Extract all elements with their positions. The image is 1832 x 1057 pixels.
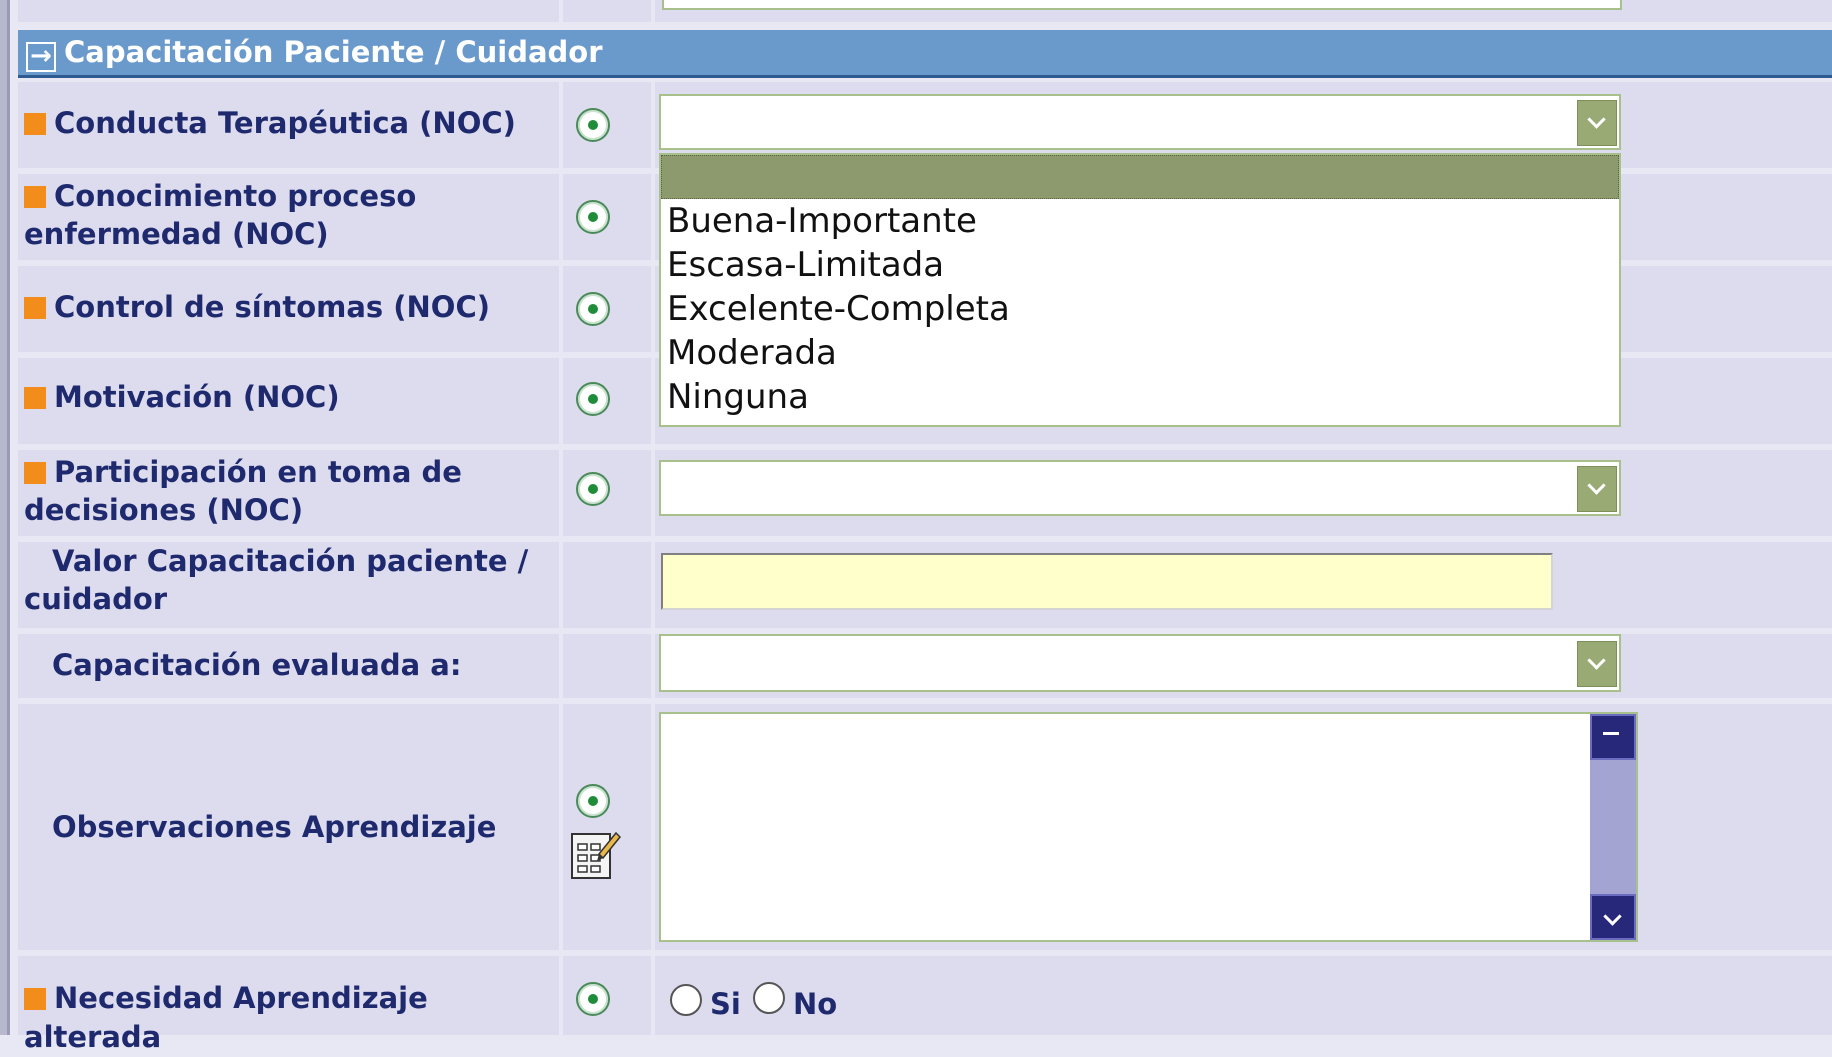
required-marker [24, 988, 46, 1010]
necesidad-status-radio[interactable] [576, 982, 610, 1016]
dropdown-option[interactable]: Ninguna [661, 375, 1619, 419]
row-participacion-label-cell: Participación en toma de decisiones (NOC… [18, 450, 559, 536]
row-conocimiento-label-cell: Conocimiento proceso enfermedad (NOC) [18, 174, 559, 260]
conducta-status-radio[interactable] [576, 108, 610, 142]
previous-row-field[interactable] [662, 0, 1622, 10]
valor-label-line1: Valor Capacitación paciente / [52, 544, 529, 578]
conocimiento-label-line2: enfermedad (NOC) [24, 217, 329, 251]
row-necesidad-radio-cell [563, 956, 651, 1035]
participacion-status-radio[interactable] [576, 472, 610, 506]
observaciones-label: Observaciones Aprendizaje [52, 810, 497, 844]
chevron-down-icon[interactable] [1577, 466, 1617, 512]
required-marker [24, 113, 46, 135]
row-control-label-cell: Control de síntomas (NOC) [18, 266, 559, 352]
radio-si[interactable] [670, 984, 702, 1016]
dropdown-option[interactable]: Moderada [661, 331, 1619, 375]
row-motivacion-radio-cell [563, 358, 651, 444]
row-evaluada-label-cell: Capacitación evaluada a: [18, 634, 559, 698]
row-conducta-radio-cell [563, 82, 651, 168]
row-conocimiento-radio-cell [563, 174, 651, 260]
conocimiento-label-line1: Conocimiento proceso [54, 179, 417, 213]
scroll-up-icon[interactable] [1590, 714, 1636, 760]
observaciones-status-radio[interactable] [576, 784, 610, 818]
conducta-select[interactable] [659, 94, 1621, 150]
motivacion-label: Motivación (NOC) [54, 380, 340, 414]
dropdown-option[interactable]: Escasa-Limitada [661, 243, 1619, 287]
required-marker [24, 297, 46, 319]
chevron-down-icon[interactable] [1577, 641, 1617, 687]
section-header: → Capacitación Paciente / Cuidador [18, 30, 1832, 78]
observaciones-textarea[interactable] [659, 712, 1638, 942]
evaluada-select[interactable] [659, 634, 1621, 692]
control-label: Control de síntomas (NOC) [54, 290, 490, 324]
chevron-down-icon[interactable] [1577, 100, 1617, 146]
arrow-right-icon: → [26, 42, 56, 72]
dropdown-option-blank-selected[interactable] [661, 155, 1619, 199]
row-control-radio-cell [563, 266, 651, 352]
form-edit-icon[interactable] [569, 828, 621, 882]
row-observaciones-radio-cell [563, 704, 651, 950]
previous-row-radio-cell [563, 0, 651, 22]
scroll-down-icon[interactable] [1590, 894, 1636, 940]
conducta-dropdown-list[interactable]: Buena-Importante Escasa-Limitada Excelen… [659, 153, 1621, 427]
left-border [0, 0, 7, 1035]
dropdown-option[interactable]: Buena-Importante [661, 199, 1619, 243]
label-no: No [793, 987, 838, 1021]
row-necesidad-label-cell: Necesidad Aprendizaje alterada [18, 956, 559, 1054]
previous-row-label-cell [18, 0, 559, 22]
participacion-label-line1: Participación en toma de [54, 455, 462, 489]
motivacion-status-radio[interactable] [576, 382, 610, 416]
label-si: Si [710, 987, 741, 1021]
evaluada-label: Capacitación evaluada a: [52, 648, 462, 682]
row-observaciones-label-cell: Observaciones Aprendizaje [18, 704, 559, 950]
row-conducta-label-cell: Conducta Terapéutica (NOC) [18, 82, 559, 168]
control-status-radio[interactable] [576, 292, 610, 326]
row-evaluada-radio-cell [563, 634, 651, 698]
row-valor-label-cell: Valor Capacitación paciente / cuidador [18, 542, 559, 628]
conducta-label: Conducta Terapéutica (NOC) [54, 106, 516, 140]
row-necesidad-input-cell: Si No [655, 956, 1832, 1035]
participacion-select[interactable] [659, 460, 1621, 516]
radio-no[interactable] [753, 982, 785, 1014]
row-motivacion-label-cell: Motivación (NOC) [18, 358, 559, 444]
required-marker [24, 462, 46, 484]
conocimiento-status-radio[interactable] [576, 200, 610, 234]
valor-capacitacion-input[interactable] [661, 553, 1553, 610]
valor-label-line2: cuidador [24, 582, 168, 616]
row-participacion-radio-cell [563, 450, 651, 536]
section-title: Capacitación Paciente / Cuidador [64, 35, 603, 69]
dropdown-option[interactable]: Excelente-Completa [661, 287, 1619, 331]
participacion-label-line2: decisiones (NOC) [24, 493, 304, 527]
left-border-inner [7, 0, 10, 1035]
necesidad-label: Necesidad Aprendizaje alterada [24, 981, 428, 1054]
required-marker [24, 387, 46, 409]
required-marker [24, 186, 46, 208]
row-valor-radio-cell [563, 542, 651, 628]
